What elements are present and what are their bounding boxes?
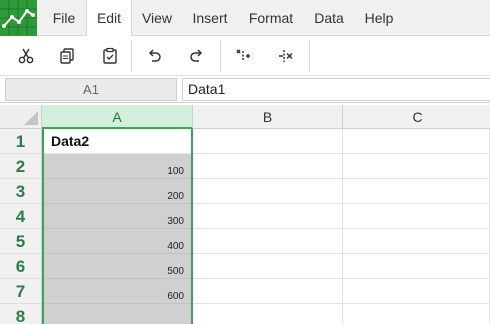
menu-insert[interactable]: Insert — [184, 0, 236, 36]
cell-a8[interactable] — [42, 304, 193, 324]
row-header-3[interactable]: 3 — [0, 179, 42, 204]
menu-view[interactable]: View — [134, 0, 180, 36]
copy-icon — [60, 48, 74, 64]
menu-file[interactable]: File — [44, 0, 84, 36]
toolbar — [0, 36, 490, 76]
menu-format[interactable]: Format — [240, 0, 302, 36]
column-header-c[interactable]: C — [343, 105, 490, 129]
scissors-icon — [18, 48, 34, 64]
cell-value: 600 — [167, 291, 184, 302]
cell-b6[interactable] — [193, 254, 343, 279]
delete-column-icon — [279, 50, 293, 62]
toolbar-separator — [309, 40, 310, 72]
cell-value: 400 — [167, 241, 184, 252]
cell-a2[interactable]: 100 — [42, 154, 193, 179]
app-logo — [0, 0, 37, 36]
cell-c1[interactable] — [343, 129, 490, 154]
toolbar-separator — [131, 40, 132, 72]
cell-a5[interactable]: 400 — [42, 229, 193, 254]
row-header-1[interactable]: 1 — [0, 129, 42, 154]
row-header-6[interactable]: 6 — [0, 254, 42, 279]
cell-value: 300 — [167, 216, 184, 227]
redo-button[interactable] — [182, 42, 212, 70]
cell-b3[interactable] — [193, 179, 343, 204]
cell-c6[interactable] — [343, 254, 490, 279]
cell-c2[interactable] — [343, 154, 490, 179]
row-header-5[interactable]: 5 — [0, 229, 42, 254]
formula-input[interactable]: Data1 — [182, 78, 490, 101]
menu-help[interactable]: Help — [355, 0, 403, 36]
cell-a1[interactable]: Data2 — [42, 129, 193, 154]
column-header-a[interactable]: A — [42, 105, 193, 129]
menu-edit[interactable]: Edit — [86, 0, 132, 37]
undo-icon — [148, 49, 161, 62]
cell-a7[interactable]: 600 — [42, 279, 193, 304]
cut-button[interactable] — [11, 42, 41, 70]
row-header-2[interactable]: 2 — [0, 154, 42, 179]
select-all-corner[interactable] — [0, 105, 42, 129]
delete-column-button[interactable] — [271, 42, 301, 70]
cell-c5[interactable] — [343, 229, 490, 254]
menu-data[interactable]: Data — [306, 0, 352, 36]
copy-button[interactable] — [52, 42, 82, 70]
row-header-7[interactable]: 7 — [0, 279, 42, 304]
undo-button[interactable] — [139, 42, 169, 70]
insert-column-icon — [236, 49, 250, 61]
insert-column-button[interactable] — [228, 42, 258, 70]
cell-b4[interactable] — [193, 204, 343, 229]
cell-c4[interactable] — [343, 204, 490, 229]
redo-icon — [190, 49, 203, 62]
cell-b5[interactable] — [193, 229, 343, 254]
paste-icon — [103, 47, 117, 64]
cell-c8[interactable] — [343, 304, 490, 324]
cell-value: 500 — [167, 266, 184, 277]
cell-value: 100 — [167, 166, 184, 177]
cell-value: 200 — [167, 191, 184, 202]
menu-bar: File Edit View Insert Format Data Help — [0, 0, 490, 37]
chart-logo-icon — [0, 0, 37, 36]
cell-a4[interactable]: 300 — [42, 204, 193, 229]
toolbar-separator — [220, 40, 221, 72]
paste-button[interactable] — [95, 42, 125, 70]
cell-b7[interactable] — [193, 279, 343, 304]
formula-bar: A1 Data1 — [0, 76, 490, 103]
cell-a3[interactable]: 200 — [42, 179, 193, 204]
cell-reference-box[interactable]: A1 — [5, 78, 177, 101]
column-header-b[interactable]: B — [193, 105, 343, 129]
row-header-4[interactable]: 4 — [0, 204, 42, 229]
cell-c7[interactable] — [343, 279, 490, 304]
cell-b2[interactable] — [193, 154, 343, 179]
cell-a6[interactable]: 500 — [42, 254, 193, 279]
row-header-8[interactable]: 8 — [0, 304, 42, 324]
cell-c3[interactable] — [343, 179, 490, 204]
cell-b1[interactable] — [193, 129, 343, 154]
cell-b8[interactable] — [193, 304, 343, 324]
